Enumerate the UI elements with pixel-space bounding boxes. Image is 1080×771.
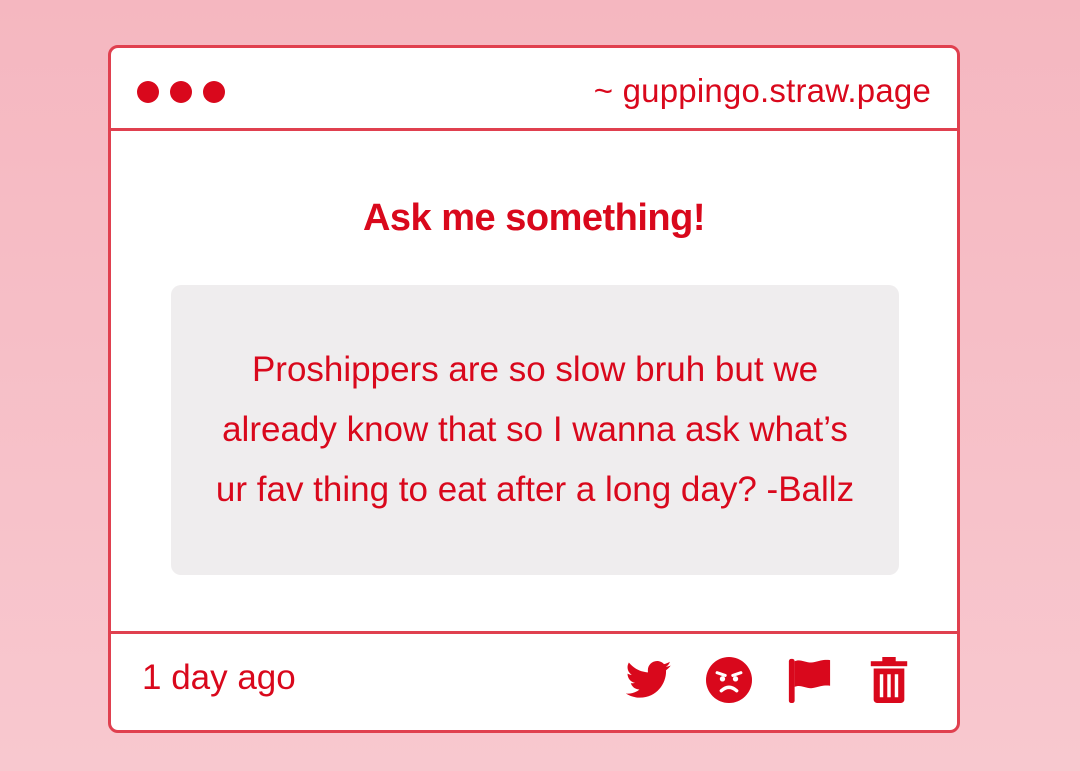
page-url[interactable]: ~ guppingo.straw.page xyxy=(594,72,931,110)
window-dot-2 xyxy=(170,81,192,103)
card-content: Ask me something! Proshippers are so slo… xyxy=(111,131,957,634)
window-controls xyxy=(137,81,225,103)
block-button[interactable] xyxy=(705,656,753,704)
twitter-share-button[interactable] xyxy=(625,656,673,704)
title-bar: ~ guppingo.straw.page xyxy=(111,48,957,131)
angry-face-icon xyxy=(706,657,752,703)
timestamp: 1 day ago xyxy=(142,658,296,697)
card-footer: 1 day ago xyxy=(111,631,957,730)
action-bar xyxy=(625,656,913,704)
report-button[interactable] xyxy=(785,656,833,704)
twitter-icon xyxy=(626,661,672,698)
delete-button[interactable] xyxy=(865,656,913,704)
card-window: ~ guppingo.straw.page Ask me something! … xyxy=(108,45,960,733)
question-text: Proshippers are so slow bruh but we alre… xyxy=(215,350,855,509)
trash-icon xyxy=(870,657,908,703)
question-box: Proshippers are so slow bruh but we alre… xyxy=(171,285,899,575)
window-dot-3 xyxy=(203,81,225,103)
window-dot-1 xyxy=(137,81,159,103)
flag-icon xyxy=(788,658,831,703)
page-title: Ask me something! xyxy=(362,197,706,239)
